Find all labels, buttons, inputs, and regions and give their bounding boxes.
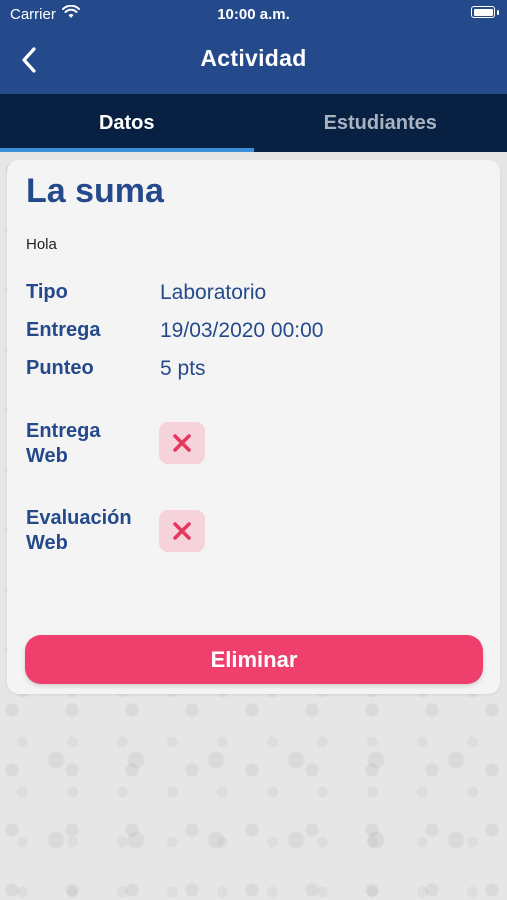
field-label-entrega: Entrega xyxy=(26,319,101,341)
evaluacion-web-status xyxy=(159,510,205,552)
activity-description: Hola xyxy=(26,236,57,253)
field-value-entrega: 19/03/2020 00:00 xyxy=(160,319,324,342)
tab-estudiantes[interactable]: Estudiantes xyxy=(254,94,507,152)
battery-icon xyxy=(471,6,495,18)
page-title: Actividad xyxy=(200,45,307,71)
flag-label-entrega-web: Entrega Web xyxy=(26,420,101,467)
tab-estudiantes-label: Estudiantes xyxy=(323,111,437,134)
tab-datos[interactable]: Datos xyxy=(0,94,254,152)
field-value-punteo: 5 pts xyxy=(160,357,206,380)
flag-label-evaluacion-web: Evaluación Web xyxy=(26,507,132,554)
tab-datos-label: Datos xyxy=(98,111,155,134)
status-time: 10:00 a.m. xyxy=(217,6,290,23)
field-label-punteo: Punteo xyxy=(26,357,94,379)
delete-button[interactable]: Eliminar xyxy=(25,635,483,684)
activity-title: La suma xyxy=(26,172,164,210)
entrega-web-status xyxy=(159,422,205,464)
app-header: Carrier 10:00 a.m. Actividad xyxy=(0,0,507,94)
x-icon xyxy=(173,522,191,540)
status-bar: Carrier 10:00 a.m. xyxy=(0,0,507,28)
tab-indicator xyxy=(0,148,254,152)
x-icon xyxy=(173,434,191,452)
field-label-tipo: Tipo xyxy=(26,281,68,303)
battery-tip xyxy=(497,10,499,15)
tab-bar: Datos Estudiantes xyxy=(0,94,507,152)
activity-card: La suma Hola Tipo Laboratorio Entrega 19… xyxy=(7,160,500,694)
field-value-tipo: Laboratorio xyxy=(160,281,267,304)
